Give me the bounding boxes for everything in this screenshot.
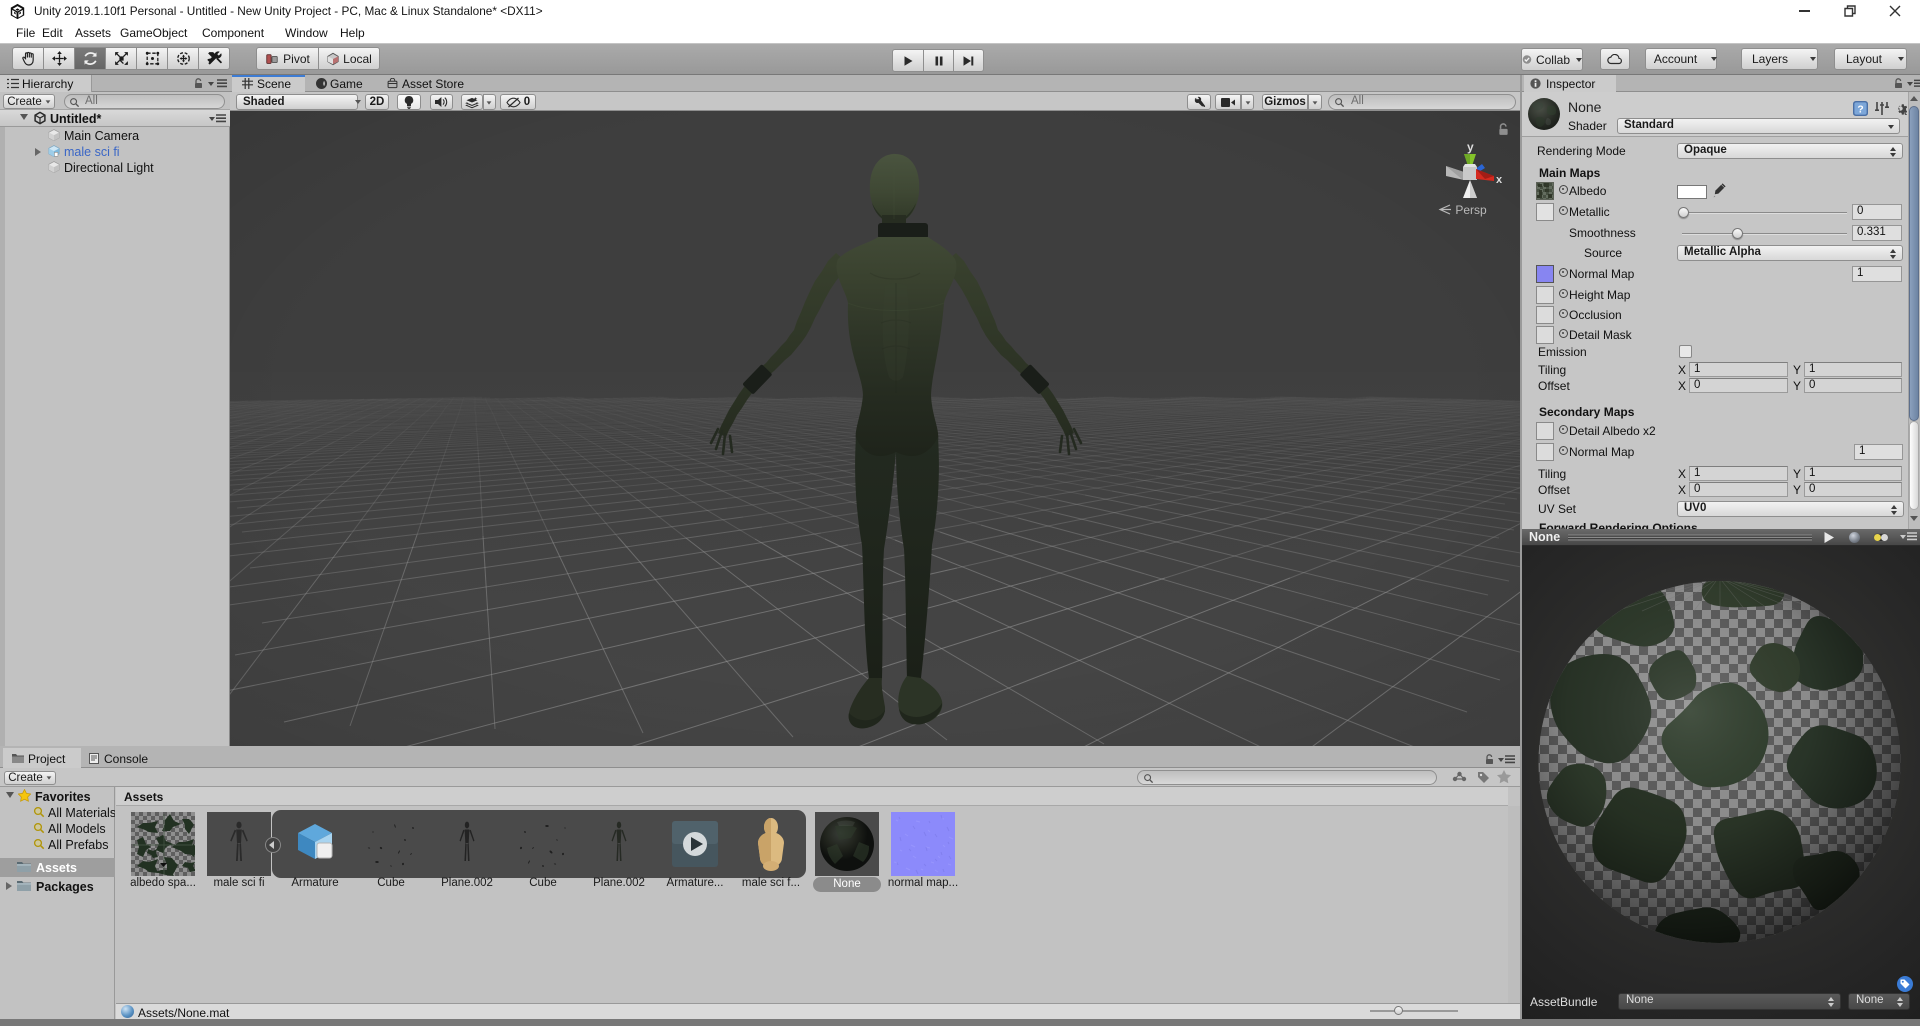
- svg-text:y: y: [1467, 140, 1474, 154]
- svg-text:?: ?: [1857, 104, 1863, 115]
- svg-text:x: x: [1496, 174, 1502, 186]
